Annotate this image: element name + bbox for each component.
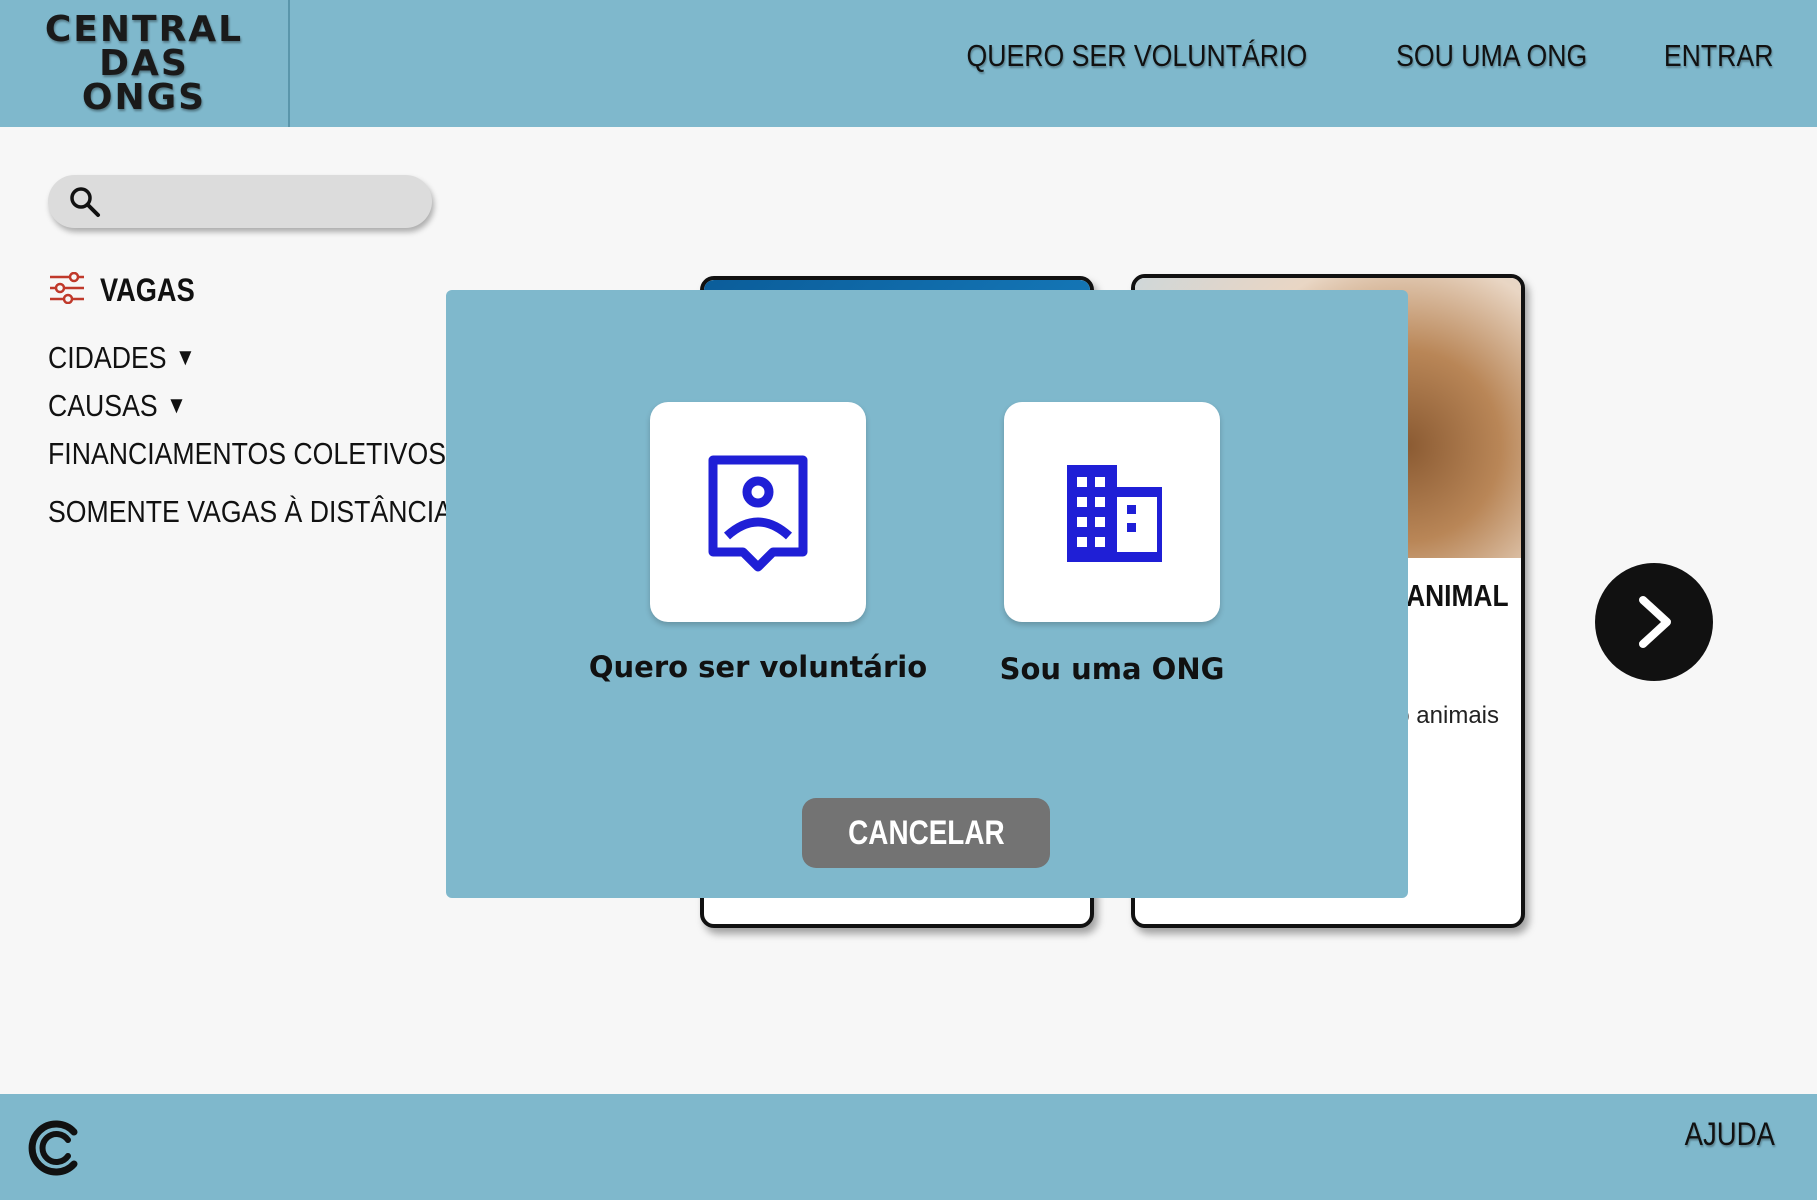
nav-login-link[interactable]: ENTRAR — [1663, 38, 1773, 74]
sliders-icon — [48, 271, 86, 309]
filter-cities-label: CIDADES — [48, 340, 167, 375]
filters-header: VAGAS — [48, 271, 211, 309]
filters-title: VAGAS — [100, 272, 195, 308]
volunteer-option-label: Quero ser voluntário — [588, 650, 928, 684]
search-icon — [68, 185, 102, 224]
filter-causes-label: CAUSAS — [48, 388, 158, 423]
filter-cities[interactable]: CIDADES ▼ — [48, 340, 196, 376]
main-nav: QUERO SER VOLUNTÁRIO SOU UMA ONG ENTRAR — [911, 38, 1773, 74]
logo-line-2: DAS — [99, 42, 189, 84]
building-icon — [1067, 465, 1162, 562]
volunteer-option-button[interactable] — [650, 402, 866, 622]
top-header: CENTRAL DAS ONGS QUERO SER VOLUNTÁRIO SO… — [0, 0, 1817, 127]
logo-line-1: CENTRAL — [44, 8, 244, 50]
caret-down-icon: ▼ — [166, 392, 187, 419]
filters-panel: VAGAS CIDADES ▼ CAUSAS ▼ FINANCIAMENTOS … — [48, 271, 452, 529]
site-logo[interactable]: CENTRAL DAS ONGS — [0, 0, 290, 127]
volunteer-badge-icon — [708, 455, 808, 572]
help-link[interactable]: AJUDA — [1685, 1116, 1775, 1153]
search-input[interactable] — [48, 175, 432, 228]
cancel-button-label: CANCELAR — [847, 813, 1005, 852]
page-footer: AJUDA — [0, 1094, 1817, 1200]
card-title: ANIMAL — [1406, 578, 1509, 613]
caret-down-icon: ▼ — [175, 344, 196, 371]
chevron-right-icon — [1639, 596, 1671, 648]
cancel-button[interactable]: CANCELAR — [802, 798, 1050, 868]
logo-line-3: ONGS — [81, 76, 207, 118]
ong-option-button[interactable] — [1004, 402, 1220, 622]
filter-causes[interactable]: CAUSAS ▼ — [48, 388, 187, 424]
nav-ong-link[interactable]: SOU UMA ONG — [1396, 38, 1587, 74]
next-button[interactable] — [1595, 563, 1713, 681]
filter-remote-only[interactable]: SOMENTE VAGAS À DISTÂNCIA — [48, 494, 452, 530]
ong-option-label: Sou uma ONG — [999, 652, 1225, 686]
filter-crowdfunding[interactable]: FINANCIAMENTOS COLETIVOS — [48, 436, 446, 472]
signup-type-modal: Quero ser voluntário Sou uma ONG CANCELA… — [446, 290, 1408, 898]
nav-volunteer-link[interactable]: QUERO SER VOLUNTÁRIO — [967, 38, 1308, 74]
footer-logo-icon[interactable] — [28, 1118, 88, 1183]
